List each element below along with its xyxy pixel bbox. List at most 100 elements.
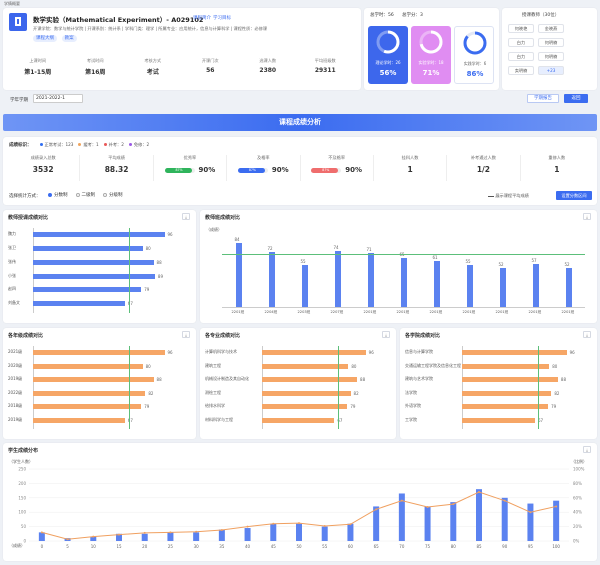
category-label: 2018级 [8, 403, 23, 408]
term-report-button[interactable]: 学期报告 [527, 94, 559, 103]
teacher-name[interactable]: 白力 [508, 38, 534, 47]
bar [462, 363, 550, 369]
x-tick: 95 [528, 544, 534, 549]
download-icon[interactable]: ⤓ [382, 331, 390, 338]
category-label: 给排水科学 [205, 403, 225, 408]
ratio-point [66, 538, 69, 541]
ratio-point [92, 535, 95, 538]
bar [33, 273, 155, 279]
bar [33, 363, 143, 369]
category-label: 张卫 [8, 244, 16, 250]
radio-circle-icon [75, 193, 80, 197]
teacher-name[interactable]: +23 [538, 66, 564, 75]
y-tick: 50 [21, 524, 27, 529]
bar [262, 377, 358, 382]
category-label: 2019级 [8, 416, 23, 422]
category-label: 刘备文 [8, 300, 20, 306]
x-tick: 5 [66, 544, 69, 549]
syllabus-tag[interactable]: 课程大纲 [33, 35, 57, 42]
bar [141, 533, 148, 541]
kpi-item: 平均成绩 88.32 [80, 155, 154, 181]
kpi-label: 重修人数 [548, 155, 566, 160]
bar-value: 79 [144, 404, 150, 409]
hours-label: 实践学时：6 [463, 61, 487, 66]
teacher-name[interactable]: 何晓艳 [508, 24, 534, 33]
bar-value: 88 [156, 377, 162, 382]
y-axis-label: （成绩） [206, 227, 222, 232]
bar [33, 259, 154, 265]
bar-value: 55 [465, 259, 471, 265]
bar-value: 80 [552, 363, 558, 369]
term-label: 学年学期 [10, 98, 28, 103]
stat-mode-radio[interactable]: 分级制 [103, 192, 123, 198]
bar [565, 267, 572, 307]
category-label: 赵四 [8, 286, 16, 292]
kpi-progress-fill: 87% [237, 167, 265, 173]
lesson-plan-tag[interactable]: 教案 [61, 35, 77, 42]
bar [499, 267, 506, 307]
teacher-name[interactable]: 何明楠 [538, 52, 564, 61]
download-icon[interactable]: ⤓ [182, 331, 190, 338]
y-tick: 200 [18, 481, 26, 486]
bar [462, 417, 536, 423]
bar-value: 80 [145, 363, 151, 369]
average-line [128, 346, 130, 429]
legend-dot [39, 143, 43, 146]
category-label: 工学院 [405, 416, 417, 422]
hours-ring [376, 30, 400, 54]
kpi-value: 90% [271, 166, 289, 174]
term-select[interactable]: 2021-2022-1 [33, 94, 83, 103]
settings-button[interactable]: 设置分数区间 [556, 191, 592, 200]
kpi-label: 及格率 [257, 155, 270, 160]
stat-mode-radio[interactable]: 分数制 [48, 192, 68, 198]
bar [462, 350, 567, 355]
chart-title: 教师班成绩对比 [205, 215, 241, 221]
kpi-item: 成绩录入总数 3532 [7, 155, 81, 181]
y-tick: 150 [18, 495, 26, 500]
bar-value: 88 [156, 259, 162, 265]
kpi-label: 平均成绩 [108, 155, 125, 160]
course-intro-link[interactable]: 课程简介 [193, 15, 211, 21]
y2-tick: 60% [573, 495, 582, 500]
teacher-name[interactable]: 何明楠 [538, 38, 564, 47]
download-icon[interactable]: ⤓ [583, 213, 591, 220]
teacher-name[interactable]: 金晓燕 [538, 24, 564, 33]
course-title: 数学实验（Mathematical Experiment）- A029102 [33, 16, 204, 24]
category-label: 建筑工程 [205, 362, 221, 368]
kpi-progress-fill: 87% [164, 167, 192, 173]
kpi-item: 及格率 87% 90% [227, 155, 301, 181]
x-tick: 70 [399, 544, 405, 549]
average-line [222, 253, 585, 255]
bar [193, 532, 200, 541]
download-icon[interactable]: ⤓ [583, 331, 591, 338]
hours-card-1: 实验学时：18 71% [411, 26, 451, 84]
hours-card-2: 实践学时：6 86% [454, 26, 494, 84]
teacher-name[interactable]: 卖明楠 [508, 66, 534, 75]
stat-label: 开课门次 [201, 58, 219, 63]
teacher-name[interactable]: 白力 [508, 52, 534, 61]
back-button[interactable]: 返回 [564, 94, 588, 103]
bar-value: 52 [498, 261, 504, 267]
distribution-chart-card: 学生成绩分布 ⤓ （学生人数） （比例） （成绩） 0 0% 50 20% 100 40% 150 60… [3, 443, 597, 561]
kpi-progress: 87% [237, 167, 268, 173]
bar [262, 417, 335, 423]
stat-value: 29311 [314, 67, 336, 74]
bar-value: 96 [167, 232, 173, 237]
download-icon[interactable]: ⤓ [182, 213, 190, 220]
bar-value: 96 [167, 350, 173, 355]
x-tick: 50 [296, 544, 302, 549]
year-chart-card: 各年级成绩对比 ⤓ 2021级 96 2020级 80 2019级 88 2022级 82 2018… [3, 328, 196, 439]
x-tick: 90 [502, 544, 508, 549]
stat-value: 2380 [259, 67, 277, 74]
bar-value: 79 [350, 404, 356, 409]
chart-title: 各年级成绩对比 [8, 333, 44, 339]
stat-mode-radio[interactable]: 二级制 [75, 192, 95, 198]
avg-line-toggle[interactable]: 展示课程平均成绩 [488, 193, 529, 199]
hours-ring [463, 31, 487, 55]
ratio-point [118, 533, 120, 536]
bar-value: 96 [368, 350, 374, 355]
learning-goal-link[interactable]: 学习目标 [213, 15, 231, 21]
category-label: 2020级 [8, 362, 23, 368]
course-info-card: 数学实验（Mathematical Experiment）- A029102 课… [3, 8, 361, 90]
bar [433, 260, 440, 307]
